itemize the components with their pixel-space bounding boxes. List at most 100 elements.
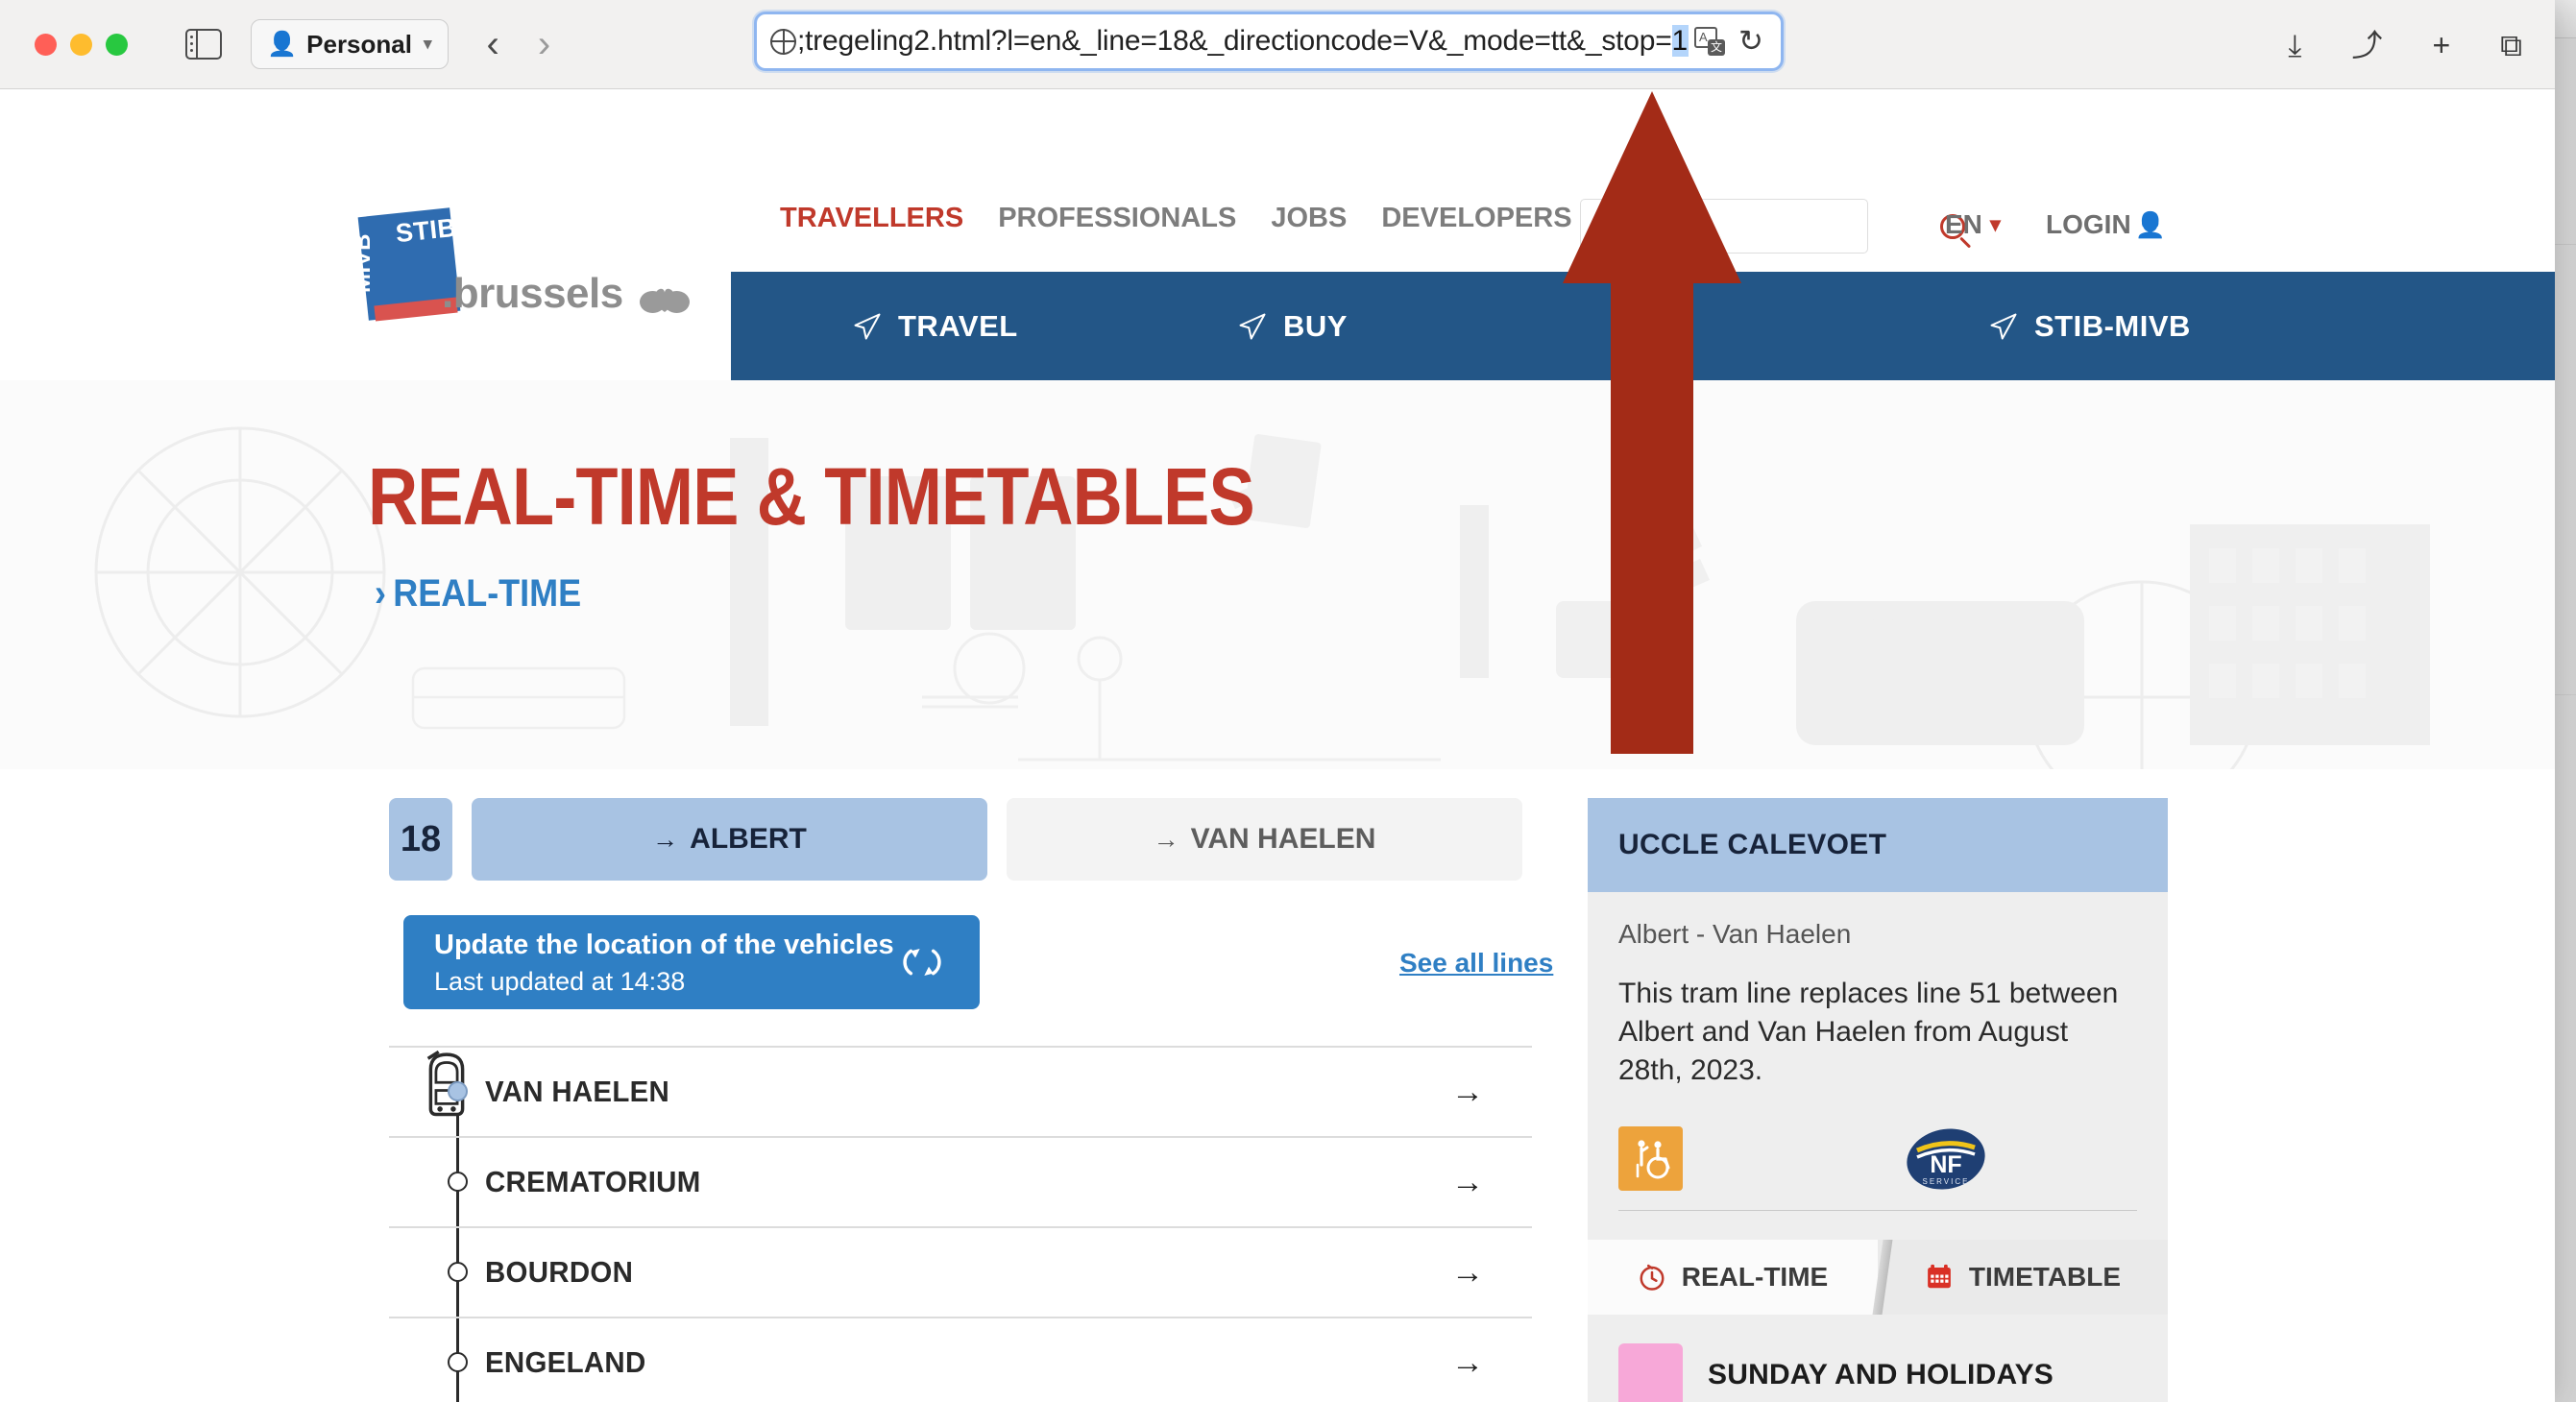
update-text-block: Update the location of the vehicles Last… — [434, 928, 894, 996]
arrow-right-icon: → — [652, 824, 679, 854]
stop-list: VAN HAELEN → CREMATORIUM → BOURDON → ENG… — [389, 1046, 1532, 1402]
primary-nav[interactable]: TRAVELLERS PROFESSIONALS JOBS DEVELOPERS — [780, 203, 1572, 234]
panel-tabs: REAL-TIME TIMETABLE — [1588, 1239, 2168, 1315]
stop-marker-icon — [448, 1172, 468, 1192]
nav-travel[interactable]: TRAVEL — [853, 309, 1018, 344]
language-selector[interactable]: EN ▾ — [1945, 209, 2001, 240]
url-selected-text: 1962F — [1671, 25, 1689, 57]
person-icon: 👤 — [2134, 209, 2167, 239]
tab-panel-content: SUNDAY AND HOLIDAYS today — [1588, 1314, 2168, 1402]
stop-name: BOURDON — [485, 1255, 634, 1289]
close-window-button[interactable] — [35, 33, 57, 56]
stop-row[interactable]: CREMATORIUM → — [389, 1136, 1532, 1226]
update-vehicles-button[interactable]: Update the location of the vehicles Last… — [403, 915, 980, 1009]
direction-tab-albert-label: ALBERT — [690, 823, 807, 855]
direction-tab-albert[interactable]: → ALBERT — [472, 798, 987, 881]
nav-buy[interactable]: BUY — [1238, 309, 1348, 344]
paper-plane-icon — [1989, 312, 2018, 341]
reload-icon[interactable]: ↻ — [1738, 24, 1763, 59]
secondary-nav[interactable]: TRAVEL BUY STIB-MIVB — [731, 272, 2555, 380]
panel-stop-title: UCCLE CALEVOET — [1618, 829, 1887, 860]
stop-marker-icon — [448, 1352, 468, 1372]
direction-tab-van-haelen[interactable]: → VAN HAELEN — [1007, 798, 1522, 881]
tab-real-time[interactable]: REAL-TIME — [1588, 1239, 1878, 1315]
update-timestamp: Last updated at 14:38 — [434, 966, 686, 996]
arrow-right-icon[interactable]: → — [1451, 1074, 1484, 1111]
search-input[interactable] — [1594, 211, 1934, 241]
arrow-right-icon[interactable]: → — [1451, 1344, 1484, 1382]
breadcrumb: › REAL-TIME — [375, 572, 581, 616]
brussels-heart-icon — [640, 281, 690, 314]
url-text[interactable]: ;tregeling2.html?l=en&_line=18&_directio… — [797, 25, 1689, 58]
stop-row[interactable]: ENGELAND → — [389, 1317, 1532, 1402]
share-icon[interactable]: ⤴ — [2351, 30, 2382, 60]
direction-tab-van-haelen-label: VAN HAELEN — [1190, 823, 1376, 855]
nav-developers[interactable]: DEVELOPERS — [1381, 203, 1571, 234]
paper-plane-icon — [1615, 312, 1643, 341]
clock-icon — [1638, 1263, 1666, 1292]
tab-timetable-label: TIMETABLE — [1968, 1261, 2122, 1292]
profile-selector[interactable]: 👤 Personal ▾ — [251, 19, 449, 69]
toolbar-right-actions: ⤓ ⤴ + ⧉ — [2288, 0, 2522, 89]
nav-stib-mivb-label: STIB-MIVB — [2034, 308, 2191, 343]
paper-plane-icon — [1238, 312, 1267, 341]
stop-marker-icon — [448, 1262, 468, 1282]
chevron-down-icon: ▾ — [423, 35, 432, 53]
logo-brussels-text: .brussels — [442, 270, 623, 317]
stop-marker-icon — [448, 1081, 468, 1101]
stib-mivb-logo[interactable]: MIVB STIB .brussels — [350, 207, 690, 322]
login-label: LOGIN — [2046, 209, 2131, 239]
stop-name: ENGELAND — [485, 1345, 646, 1379]
breadcrumb-chevron-icon: › — [375, 572, 386, 615]
nf-certification-icon: NF SERVICE — [1902, 1124, 1990, 1194]
site-search[interactable] — [1580, 199, 1965, 254]
arrow-right-icon[interactable]: → — [1451, 1254, 1484, 1292]
see-all-lines-link[interactable]: See all lines — [1399, 948, 1553, 979]
stop-row[interactable]: VAN HAELEN → — [389, 1046, 1532, 1136]
chevron-down-icon: ▾ — [1989, 212, 2001, 236]
stop-detail-panel: UCCLE CALEVOET Albert - Van Haelen This … — [1588, 798, 2168, 1402]
globe-icon — [770, 28, 796, 55]
forward-button[interactable]: › — [538, 25, 550, 63]
update-title: Update the location of the vehicles — [434, 930, 894, 961]
panel-divider — [1618, 1209, 2137, 1211]
panel-header: UCCLE CALEVOET — [1588, 798, 2168, 892]
line-direction-selector: 18 → ALBERT → VAN HAELEN — [389, 798, 1522, 881]
tab-overview-icon[interactable]: ⧉ — [2500, 30, 2522, 60]
stop-name: CREMATORIUM — [485, 1165, 701, 1198]
maximize-window-button[interactable] — [106, 33, 128, 56]
nav-jobs[interactable]: JOBS — [1271, 203, 1347, 234]
sidebar-toggle-icon[interactable] — [185, 29, 222, 60]
day-type-label: SUNDAY AND HOLIDAYS — [1708, 1359, 2054, 1391]
nav-travellers[interactable]: TRAVELLERS — [780, 203, 963, 234]
url-prefix: ;tregeling2.html?l=en&_line=18&_directio… — [797, 25, 1672, 57]
panel-description: This tram line replaces line 51 between … — [1618, 978, 2119, 1087]
logo-stib-text: STIB — [394, 212, 458, 249]
nav-obscured[interactable] — [1615, 312, 1660, 341]
login-button[interactable]: LOGIN 👤 — [2046, 209, 2166, 240]
language-label: EN — [1945, 209, 1982, 239]
tab-timetable[interactable]: TIMETABLE — [1878, 1239, 2168, 1315]
arrow-right-icon: → — [1153, 824, 1179, 854]
profile-label: Personal — [306, 29, 412, 59]
back-button[interactable]: ‹ — [487, 25, 499, 63]
address-bar[interactable]: ;tregeling2.html?l=en&_line=18&_directio… — [754, 12, 1784, 71]
tab-real-time-label: REAL-TIME — [1681, 1261, 1829, 1292]
breadcrumb-label[interactable]: REAL-TIME — [393, 572, 581, 616]
translate-icon[interactable]: A文 — [1694, 27, 1726, 56]
refresh-icon[interactable] — [895, 935, 949, 989]
navigation-arrows[interactable]: ‹ › — [487, 25, 551, 63]
new-tab-icon[interactable]: + — [2432, 30, 2450, 60]
paper-plane-icon — [853, 312, 882, 341]
browser-toolbar: 👤 Personal ▾ ‹ › ;tregeling2.html?l=en&_… — [0, 0, 2555, 89]
nav-stib-mivb[interactable]: STIB-MIVB — [1989, 309, 2191, 344]
nav-buy-label: BUY — [1283, 308, 1348, 343]
downloads-icon[interactable]: ⤓ — [2288, 30, 2301, 60]
hero-banner: REAL-TIME & TIMETABLES › REAL-TIME — [0, 380, 2555, 769]
arrow-right-icon[interactable]: → — [1451, 1164, 1484, 1201]
window-controls[interactable] — [35, 33, 128, 56]
panel-badges: NF SERVICE — [1618, 1118, 2137, 1200]
nav-professionals[interactable]: PROFESSIONALS — [998, 203, 1236, 234]
minimize-window-button[interactable] — [70, 33, 92, 56]
stop-row[interactable]: BOURDON → — [389, 1226, 1532, 1317]
